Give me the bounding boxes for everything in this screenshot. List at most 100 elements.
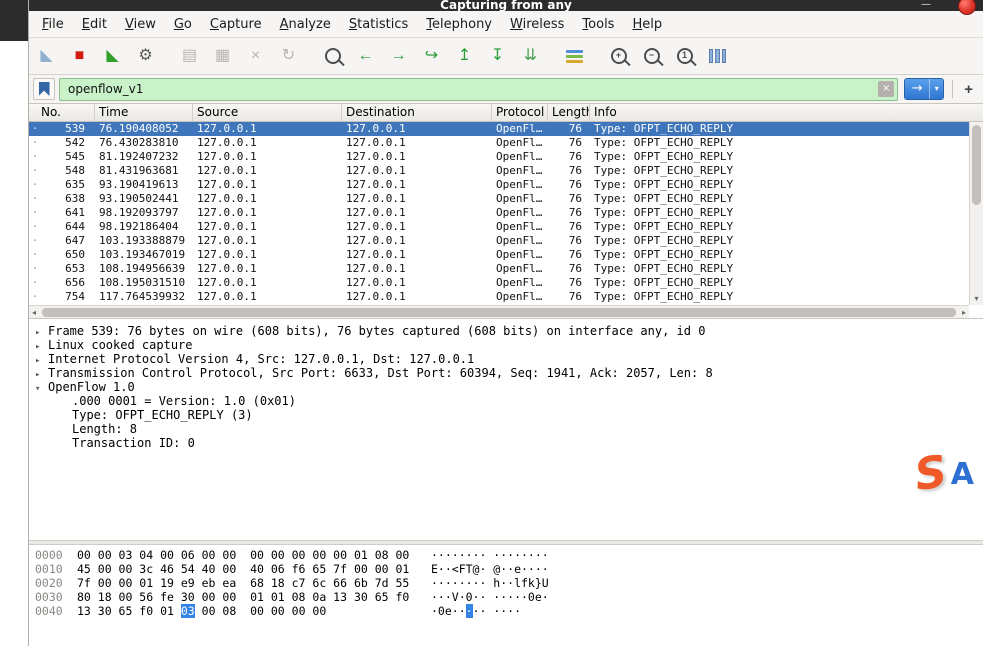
menu-view[interactable]: View [116,14,165,35]
cell-length: 76 [568,220,582,233]
hex-ascii[interactable]: ···V·0·· ·····0e· [431,590,549,604]
menu-analyze[interactable]: Analyze [271,14,340,35]
packet-row[interactable]: · 647 103.193388879 127.0.0.1 127.0.0.1 OpenF… [29,234,969,248]
hex-ascii[interactable]: ········ h··lfk}U [431,576,549,590]
filter-dropdown-icon[interactable]: ▾ [929,79,944,99]
hex-row[interactable]: 0040 13 30 65 f0 01 03 00 08 00 00 00 00 ·… [35,604,983,618]
packet-row[interactable]: · 650 103.193467019 127.0.0.1 127.0.0.1 OpenF… [29,248,969,262]
display-filter-input[interactable] [66,81,879,97]
start-capture-fin-button[interactable]: ◣ [33,43,60,69]
hex-bytes-part: 7f 00 00 01 19 e9 eb ea 68 18 c7 6c 66 6… [77,576,410,590]
hex-ascii[interactable]: ·0e····· ···· [431,604,521,618]
packet-row[interactable]: · 635 93.190419613 127.0.0.1 127.0.0.1 OpenFl… [29,178,969,192]
packet-list-horizontal-scrollbar[interactable]: ◂ ▸ [29,305,969,318]
packet-row[interactable]: · 545 81.192407232 127.0.0.1 127.0.0.1 OpenFl… [29,150,969,164]
close-file-button[interactable]: × [242,43,269,69]
stop-capture-button[interactable]: ■ [66,43,93,69]
minimize-button[interactable]: — [921,0,931,10]
menu-go[interactable]: Go [165,14,201,35]
hex-bytes[interactable]: 45 00 00 3c 46 54 40 00 40 06 f6 65 7f 0… [77,562,415,576]
column-header-source[interactable]: Source [193,104,342,121]
detail-line[interactable]: ▸ Transmission Control Protocol, Src Port… [29,366,983,380]
detail-line[interactable]: Length: 8 [29,422,983,436]
row-marker-icon: · [31,276,39,289]
filter-apply-button[interactable]: → ▾ [904,78,945,100]
colorize-button[interactable] [561,43,588,69]
hex-row[interactable]: 0020 7f 00 00 01 19 e9 eb ea 68 18 c7 6c … [35,576,983,590]
save-file-icon: ▦ [214,47,231,64]
hex-row[interactable]: 0000 00 00 03 04 00 06 00 00 00 00 00 00 … [35,548,983,562]
column-header-protocol[interactable]: Protocol [492,104,548,121]
packet-row[interactable]: · 638 93.190502441 127.0.0.1 127.0.0.1 OpenFl… [29,192,969,206]
zoom-in-button[interactable]: + [605,43,632,69]
packet-row[interactable]: · 644 98.192186404 127.0.0.1 127.0.0.1 OpenFl… [29,220,969,234]
vertical-scrollbar-thumb[interactable] [972,125,981,205]
menu-capture[interactable]: Capture [201,14,271,35]
cell-time: 76.430283810 [99,136,179,149]
hex-bytes[interactable]: 00 00 03 04 00 06 00 00 00 00 00 00 00 0… [77,548,415,562]
packet-list-vertical-scrollbar[interactable]: ▾ [969,122,983,305]
detail-line[interactable]: ▸ Linux cooked capture [29,338,983,352]
hex-bytes[interactable]: 80 18 00 56 fe 30 00 00 01 01 08 0a 13 3… [77,590,415,604]
packet-row[interactable]: · 542 76.430283810 127.0.0.1 127.0.0.1 OpenFl… [29,136,969,150]
save-file-button[interactable]: ▦ [209,43,236,69]
column-header-time[interactable]: Time [95,104,193,121]
column-header-no[interactable]: No. [29,104,95,121]
detail-line[interactable]: .000 0001 = Version: 1.0 (0x01) [29,394,983,408]
filter-add-button[interactable]: + [960,81,977,98]
packet-row[interactable]: · 548 81.431963681 127.0.0.1 127.0.0.1 OpenFl… [29,164,969,178]
zoom-out-button[interactable]: − [638,43,665,69]
menu-edit[interactable]: Edit [73,14,116,35]
restart-capture-button[interactable]: ◣ [99,43,126,69]
filter-bookmark-button[interactable] [33,78,55,100]
detail-line[interactable]: Type: OFPT_ECHO_REPLY (3) [29,408,983,422]
open-file-button[interactable]: ▤ [176,43,203,69]
go-forward-button[interactable]: → [385,43,412,69]
packet-row[interactable]: · 539 76.190408052 127.0.0.1 127.0.0.1 OpenFl… [29,122,969,136]
go-back-button[interactable]: ← [352,43,379,69]
scrollbar-left-arrow-icon[interactable]: ◂ [32,307,36,318]
column-header-destination[interactable]: Destination [342,104,492,121]
resize-columns-button[interactable] [704,43,731,69]
capture-options-gear-icon: ⚙ [138,47,153,64]
detail-line[interactable]: ▸ Internet Protocol Version 4, Src: 127.0… [29,352,983,366]
menu-file[interactable]: File [33,14,73,35]
hex-ascii-part: ········ h··lfk}U [431,576,549,590]
hex-bytes[interactable]: 13 30 65 f0 01 03 00 08 00 00 00 00 [77,604,415,618]
scrollbar-right-arrow-icon[interactable]: ▸ [962,307,966,318]
apply-arrow-icon[interactable]: → [905,79,930,99]
titlebar[interactable]: Capturing from any [29,0,983,11]
go-first-packet-button[interactable]: ↥ [451,43,478,69]
detail-line[interactable]: ▸ Frame 539: 76 bytes on wire (608 bits),… [29,324,983,338]
menu-wireless[interactable]: Wireless [501,14,573,35]
column-header-length[interactable]: Length [548,104,590,121]
hex-row[interactable]: 0010 45 00 00 3c 46 54 40 00 40 06 f6 65 … [35,562,983,576]
hex-ascii[interactable]: ········ ········ [431,548,549,562]
display-filter-field[interactable]: × [59,77,899,101]
cell-length: 76 [568,164,582,177]
go-to-packet-button[interactable]: ↪ [418,43,445,69]
packet-row[interactable]: · 653 108.194956639 127.0.0.1 127.0.0.1 OpenF… [29,262,969,276]
menu-tools[interactable]: Tools [573,14,623,35]
zoom-100-button[interactable]: 1 [671,43,698,69]
menu-help[interactable]: Help [623,14,671,35]
go-last-packet-button[interactable]: ↧ [484,43,511,69]
capture-options-gear-button[interactable]: ⚙ [132,43,159,69]
hex-row[interactable]: 0030 80 18 00 56 fe 30 00 00 01 01 08 0a … [35,590,983,604]
column-header-info[interactable]: Info [590,104,983,121]
horizontal-scrollbar-thumb[interactable] [42,308,956,317]
find-packet-button[interactable] [319,43,346,69]
auto-scroll-button[interactable]: ⇊ [517,43,544,69]
menu-telephony[interactable]: Telephony [417,14,501,35]
menu-statistics[interactable]: Statistics [340,14,417,35]
reload-button[interactable]: ↻ [275,43,302,69]
hex-ascii[interactable]: E··<FT@· @··e···· [431,562,549,576]
detail-line[interactable]: ▾ OpenFlow 1.0 [29,380,983,394]
packet-row[interactable]: · 656 108.195031510 127.0.0.1 127.0.0.1 OpenF… [29,276,969,290]
scrollbar-down-arrow-icon[interactable]: ▾ [970,294,983,304]
hex-bytes[interactable]: 7f 00 00 01 19 e9 eb ea 68 18 c7 6c 66 6… [77,576,415,590]
packet-row[interactable]: · 641 98.192093797 127.0.0.1 127.0.0.1 OpenFl… [29,206,969,220]
filter-clear-icon[interactable]: × [878,81,895,97]
detail-line[interactable]: Transaction ID: 0 [29,436,983,450]
packet-row[interactable]: · 754 117.764539932 127.0.0.1 127.0.0.1 OpenF… [29,290,969,304]
